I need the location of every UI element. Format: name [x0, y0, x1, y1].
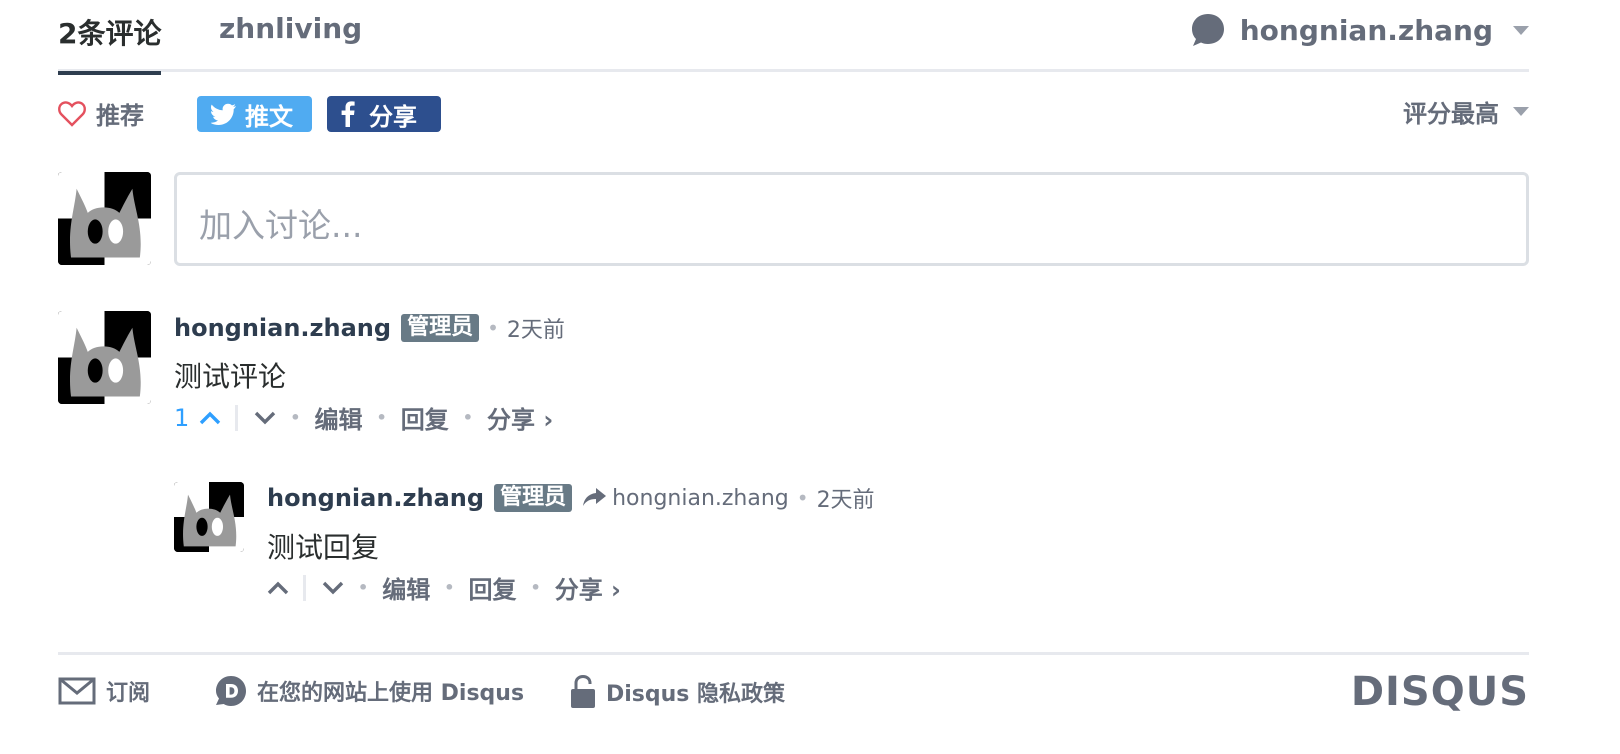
- disqus-brand-logo[interactable]: DISQUS: [1351, 669, 1529, 715]
- footer: 订阅 在您的网站上使用 Disqus Disqus 隐私政策 DISQUS: [58, 652, 1529, 732]
- heart-icon: [58, 100, 86, 127]
- reply-time[interactable]: 2天前: [817, 482, 875, 514]
- subscribe-link[interactable]: 订阅: [58, 675, 150, 707]
- comment-header: hongnian.zhang 管理员 • 2天前: [174, 312, 565, 344]
- edit-link[interactable]: 编辑: [315, 400, 363, 435]
- separator-dot: •: [487, 316, 499, 340]
- share-link[interactable]: 分享 ›: [487, 400, 553, 435]
- comment-time[interactable]: 2天前: [507, 312, 565, 344]
- reply-to-user[interactable]: hongnian.zhang: [612, 486, 789, 511]
- comment-text: 测试评论: [174, 360, 287, 393]
- chevron-down-icon: [1513, 107, 1529, 116]
- reply-footer: • 编辑 • 回复 • 分享 ›: [267, 570, 621, 605]
- avatar-image: [58, 172, 151, 265]
- privacy-link[interactable]: Disqus 隐私政策: [570, 675, 785, 709]
- tab-forum[interactable]: zhnliving: [219, 12, 362, 72]
- separator-dot: •: [444, 578, 455, 597]
- vote-divider: [235, 404, 239, 431]
- upvote-icon[interactable]: [199, 411, 221, 425]
- user-menu[interactable]: hongnian.zhang: [1190, 12, 1529, 48]
- facebook-share-button[interactable]: 分享: [327, 96, 441, 132]
- twitter-bird-icon: [211, 103, 236, 125]
- sort-dropdown[interactable]: 评分最高: [1403, 94, 1529, 129]
- reply-link[interactable]: 回复: [468, 570, 516, 605]
- use-disqus-label: 在您的网站上使用 Disqus: [257, 681, 525, 706]
- separator-dot: •: [796, 486, 809, 510]
- privacy-label: Disqus 隐私政策: [606, 682, 786, 707]
- moderator-badge: 管理员: [494, 484, 573, 512]
- user-name: hongnian.zhang: [1239, 13, 1493, 47]
- facebook-icon: [341, 101, 355, 127]
- separator-dot: •: [358, 578, 369, 597]
- disqus-logo-icon: [216, 676, 246, 706]
- chevron-down-icon: [1513, 25, 1529, 35]
- reply-header: hongnian.zhang 管理员 hongnian.zhang • 2天前: [267, 482, 875, 514]
- share-link[interactable]: 分享 ›: [555, 570, 621, 605]
- actions-bar: 推荐 推文 分享 评分最高: [58, 94, 1529, 134]
- downvote-icon[interactable]: [322, 581, 344, 595]
- reply-text: 测试回复: [267, 531, 380, 564]
- vote-count: 1: [174, 403, 190, 432]
- avatar-image: [174, 482, 244, 552]
- separator-dot: •: [462, 408, 473, 427]
- lock-icon: [571, 675, 595, 708]
- avatar[interactable]: [174, 482, 244, 552]
- top-nav: 2条评论 zhnliving hongnian.zhang: [58, 0, 1529, 75]
- moderator-badge: 管理员: [401, 314, 480, 342]
- comment-composer[interactable]: 加入讨论...: [174, 172, 1529, 266]
- separator-dot: •: [530, 578, 541, 597]
- avatar[interactable]: [58, 311, 151, 404]
- edit-link[interactable]: 编辑: [382, 570, 430, 605]
- use-disqus-link[interactable]: 在您的网站上使用 Disqus: [215, 675, 524, 707]
- separator-dot: •: [290, 408, 301, 427]
- avatar[interactable]: [58, 172, 151, 265]
- share-label: 分享: [369, 102, 417, 131]
- recommend-label: 推荐: [96, 102, 144, 130]
- upvote-icon[interactable]: [267, 581, 289, 595]
- recommend-button[interactable]: 推荐: [58, 96, 144, 131]
- avatar-image: [58, 311, 151, 404]
- chat-bubble-icon: [1191, 14, 1224, 46]
- tweet-label: 推文: [245, 102, 293, 131]
- sort-label: 评分最高: [1403, 100, 1499, 128]
- reply-author[interactable]: hongnian.zhang: [267, 484, 484, 512]
- envelope-icon: [58, 677, 96, 705]
- reply-arrow-icon: [583, 488, 607, 506]
- composer-placeholder: 加入讨论...: [199, 206, 363, 245]
- reply-link[interactable]: 回复: [401, 400, 449, 435]
- tab-comments[interactable]: 2条评论: [58, 12, 162, 75]
- separator-dot: •: [376, 408, 387, 427]
- subscribe-label: 订阅: [106, 681, 151, 706]
- vote-divider: [303, 574, 306, 601]
- comment-footer: 1 • 编辑 • 回复 • 分享 ›: [174, 400, 553, 435]
- tweet-button[interactable]: 推文: [197, 96, 312, 132]
- downvote-icon[interactable]: [254, 411, 276, 425]
- comment-author[interactable]: hongnian.zhang: [174, 314, 391, 342]
